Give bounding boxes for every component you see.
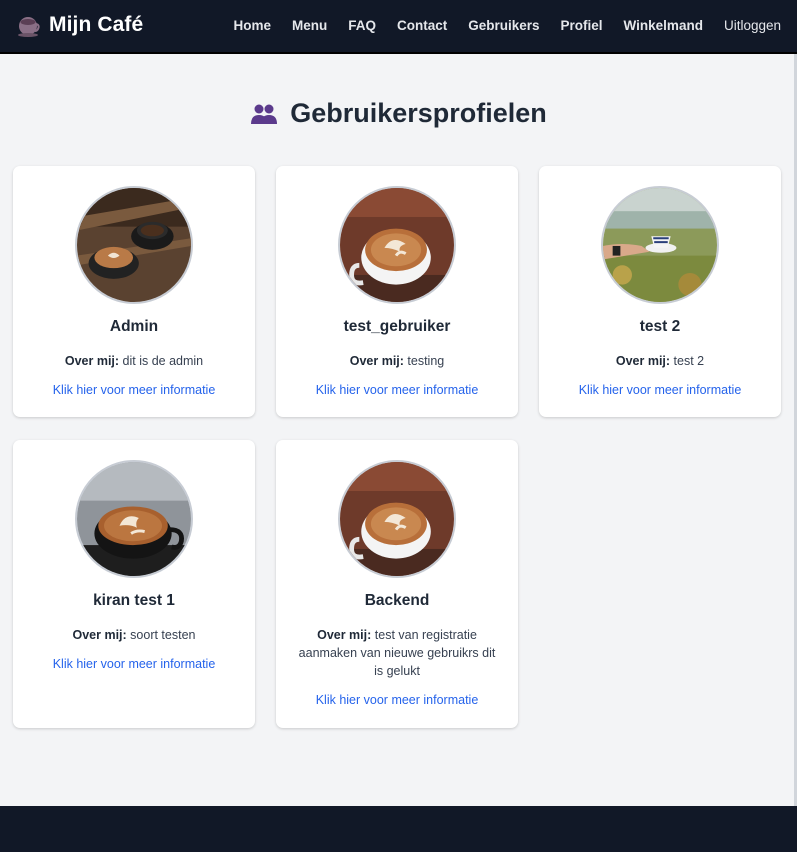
navbar: Mijn Café Home Menu FAQ Contact Gebruike…	[0, 0, 797, 54]
about-value: testing	[407, 354, 445, 368]
footer	[0, 806, 797, 852]
users-icon	[251, 104, 278, 124]
about-label: Over mij:	[615, 354, 671, 368]
user-card: test 2 Over mij: test 2 Klik hier voor m…	[539, 166, 781, 417]
nav-contact[interactable]: Contact	[397, 18, 447, 33]
user-card: Backend Over mij: test van registratie a…	[276, 440, 518, 728]
about-label: Over mij:	[64, 354, 120, 368]
nav-links: Home Menu FAQ Contact Gebruikers Profiel…	[212, 18, 781, 33]
about-text: Over mij: test 2 Klik hier voor meer inf…	[559, 352, 761, 399]
username: kiran test 1	[93, 592, 175, 609]
avatar	[75, 186, 193, 304]
about-label: Over mij:	[349, 354, 404, 368]
about-value: dit is de admin	[122, 354, 204, 368]
more-info-link[interactable]: Klik hier voor meer informatie	[296, 381, 498, 399]
username: test 2	[639, 318, 681, 335]
avatar	[338, 460, 456, 578]
nav-winkelmand[interactable]: Winkelmand	[624, 18, 703, 33]
avatar	[338, 186, 456, 304]
username: Admin	[109, 318, 159, 335]
more-info-link[interactable]: Klik hier voor meer informatie	[33, 655, 235, 673]
avatar	[601, 186, 719, 304]
nav-profiel[interactable]: Profiel	[561, 18, 603, 33]
about-text: Over mij: dit is de admin Klik hier voor…	[33, 352, 235, 399]
brand-name: Mijn Café	[49, 13, 144, 36]
nav-uitloggen[interactable]: Uitloggen	[724, 18, 781, 33]
user-card: kiran test 1 Over mij: soort testen Klik…	[13, 440, 255, 728]
nav-gebruikers[interactable]: Gebruikers	[468, 18, 539, 33]
more-info-link[interactable]: Klik hier voor meer informatie	[33, 381, 235, 399]
more-info-link[interactable]: Klik hier voor meer informatie	[559, 381, 761, 399]
nav-home[interactable]: Home	[233, 18, 271, 33]
avatar	[75, 460, 193, 578]
username: Backend	[364, 592, 430, 609]
about-value: test 2	[673, 354, 705, 368]
about-label: Over mij:	[317, 628, 372, 642]
nav-menu[interactable]: Menu	[292, 18, 327, 33]
nav-faq[interactable]: FAQ	[348, 18, 376, 33]
username: test_gebruiker	[343, 318, 451, 335]
coffee-cup-icon	[18, 17, 40, 37]
about-text: Over mij: soort testen Klik hier voor me…	[33, 626, 235, 673]
page-title: Gebruikersprofielen	[0, 98, 797, 129]
about-text: Over mij: testing Klik hier voor meer in…	[296, 352, 498, 399]
page-title-text: Gebruikersprofielen	[290, 98, 547, 128]
about-value: soort testen	[130, 628, 196, 642]
user-card: test_gebruiker Over mij: testing Klik hi…	[276, 166, 518, 417]
user-card: Admin Over mij: dit is de admin Klik hie…	[13, 166, 255, 417]
more-info-link[interactable]: Klik hier voor meer informatie	[296, 691, 498, 709]
brand[interactable]: Mijn Café	[17, 12, 143, 38]
about-label: Over mij:	[72, 628, 127, 642]
about-text: Over mij: test van registratie aanmaken …	[296, 626, 498, 709]
